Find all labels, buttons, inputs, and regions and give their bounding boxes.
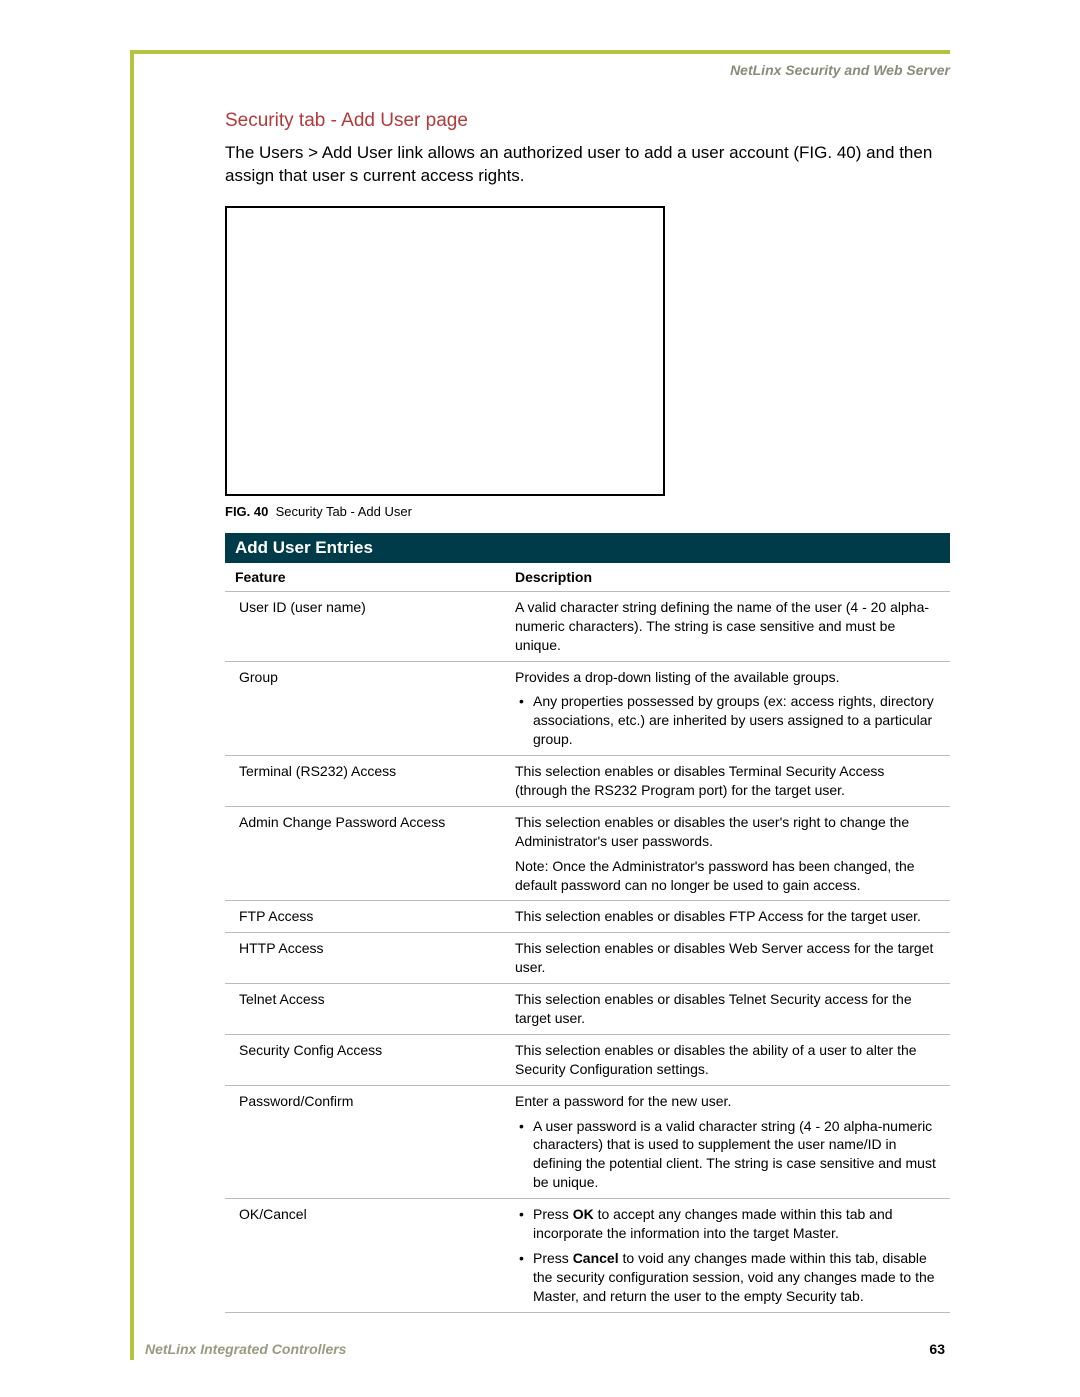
cell-feature: Terminal (RS232) Access: [225, 756, 505, 807]
cell-feature: Security Config Access: [225, 1034, 505, 1085]
cell-feature: User ID (user name): [225, 591, 505, 661]
table-row: Password/ConfirmEnter a password for the…: [225, 1085, 950, 1198]
table-row: Terminal (RS232) AccessThis selection en…: [225, 756, 950, 807]
cell-feature: OK/Cancel: [225, 1199, 505, 1312]
cell-description: This selection enables or disables FTP A…: [505, 901, 950, 933]
cell-feature: Telnet Access: [225, 984, 505, 1035]
cell-description: Provides a drop-down listing of the avai…: [505, 661, 950, 756]
col-header-feature: Feature: [225, 563, 505, 592]
cell-description: •Press OK to accept any changes made wit…: [505, 1199, 950, 1312]
table-row: FTP AccessThis selection enables or disa…: [225, 901, 950, 933]
cell-description: This selection enables or disables Telne…: [505, 984, 950, 1035]
cell-description: This selection enables or disables the u…: [505, 806, 950, 901]
left-accent-rule: [130, 50, 134, 1360]
cell-description: Enter a password for the new user.•A use…: [505, 1085, 950, 1198]
table-title: Add User Entries: [225, 533, 950, 563]
figure-label: FIG. 40: [225, 504, 268, 519]
figure-caption-text: Security Tab - Add User: [276, 504, 412, 519]
table-row: OK/Cancel•Press OK to accept any changes…: [225, 1199, 950, 1312]
cell-description: This selection enables or disables Web S…: [505, 933, 950, 984]
table-row: Admin Change Password AccessThis selecti…: [225, 806, 950, 901]
table-row: HTTP AccessThis selection enables or dis…: [225, 933, 950, 984]
cell-feature: Group: [225, 661, 505, 756]
section-title: Security tab - Add User page: [225, 110, 950, 132]
col-header-description: Description: [505, 563, 950, 592]
cell-description: This selection enables or disables Termi…: [505, 756, 950, 807]
table-row: GroupProvides a drop-down listing of the…: [225, 661, 950, 756]
footer-title: NetLinx Integrated Controllers: [145, 1341, 346, 1357]
add-user-entries-table: Add User Entries Feature Description Use…: [225, 533, 950, 1313]
page-number: 63: [929, 1341, 945, 1357]
table-row: User ID (user name)A valid character str…: [225, 591, 950, 661]
cell-feature: Admin Change Password Access: [225, 806, 505, 901]
table-row: Security Config AccessThis selection ena…: [225, 1034, 950, 1085]
cell-feature: HTTP Access: [225, 933, 505, 984]
cell-description: This selection enables or disables the a…: [505, 1034, 950, 1085]
entries-table: Feature Description User ID (user name)A…: [225, 563, 950, 1313]
figure-caption: FIG. 40 Security Tab - Add User: [225, 504, 950, 519]
top-accent-rule: [130, 50, 950, 54]
cell-feature: Password/Confirm: [225, 1085, 505, 1198]
cell-description: A valid character string defining the na…: [505, 591, 950, 661]
intro-paragraph: The Users > Add User link allows an auth…: [225, 142, 950, 188]
cell-feature: FTP Access: [225, 901, 505, 933]
figure-placeholder: [225, 206, 665, 496]
table-row: Telnet AccessThis selection enables or d…: [225, 984, 950, 1035]
main-content: Security tab - Add User page The Users >…: [225, 110, 950, 1313]
page-footer: NetLinx Integrated Controllers 63: [145, 1341, 945, 1357]
running-header: NetLinx Security and Web Server: [730, 62, 950, 78]
